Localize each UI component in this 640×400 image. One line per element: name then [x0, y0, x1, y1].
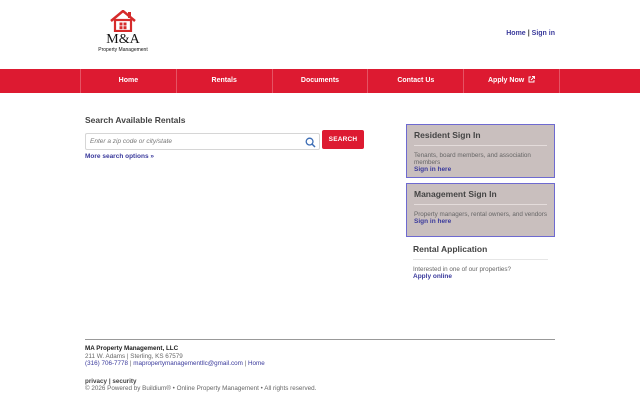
management-signin-title: Management Sign In — [414, 189, 547, 205]
top-home-link[interactable]: Home — [506, 30, 525, 37]
footer-copyright: © 2026 Powered by Buildium® • Online Pro… — [85, 385, 317, 392]
resident-signin-description: Tenants, board members, and association … — [414, 152, 531, 166]
nav-item-rentals[interactable]: Rentals — [177, 69, 273, 93]
nav-item-label: Contact Us — [397, 77, 435, 84]
footer-company-name: MA Property Management, LLC — [85, 345, 179, 352]
apply-online-link[interactable]: Apply online — [413, 273, 548, 281]
nav-item-label: Rentals — [211, 77, 237, 84]
nav-item-label: Apply Now — [488, 77, 525, 84]
main-nav: Home Rentals Documents Contact Us Apply … — [0, 69, 640, 93]
search-box — [85, 133, 320, 150]
management-signin-panel: Management Sign In Property managers, re… — [406, 183, 555, 237]
more-search-options-link[interactable]: More search options » — [85, 153, 154, 160]
logo-subtitle: Property Management — [98, 47, 148, 53]
external-link-icon — [528, 76, 536, 83]
logo-text: M&A — [106, 32, 140, 47]
search-title: Search Available Rentals — [85, 115, 186, 125]
footer-separator: | — [244, 360, 247, 367]
site-header: M&A Property Management Home | Sign in — [0, 0, 640, 69]
resident-signin-panel: Resident Sign In Tenants, board members,… — [406, 124, 555, 178]
nav-item-home[interactable]: Home — [80, 69, 177, 93]
rental-application-panel: Rental Application Interested in one of … — [413, 244, 548, 281]
top-signin-link[interactable]: Sign in — [532, 30, 555, 37]
rental-application-description: Interested in one of our properties? — [413, 266, 512, 273]
management-signin-link[interactable]: Sign in here — [414, 218, 547, 226]
resident-signin-title: Resident Sign In — [414, 130, 547, 146]
footer-legal-separator: | — [108, 377, 111, 385]
footer-contact-line: (316) 706-7778 | mapropertymanagementllc… — [85, 360, 316, 368]
footer-security-link[interactable]: security — [112, 378, 136, 385]
footer-address: 211 W. Adams | Sterling, KS 67579 — [85, 352, 183, 360]
search-input[interactable] — [86, 134, 301, 149]
nav-item-documents[interactable]: Documents — [273, 69, 369, 93]
footer-home-link[interactable]: Home — [248, 360, 265, 367]
footer-email-link[interactable]: mapropertymanagementllc@gmail.com — [133, 360, 243, 367]
account-links: Home | Sign in — [506, 30, 555, 37]
footer-separator: | — [129, 360, 132, 367]
house-logo-icon — [110, 10, 136, 32]
search-icon[interactable] — [305, 137, 316, 148]
site-footer: MA Property Management, LLC 211 W. Adams… — [85, 345, 316, 393]
search-button[interactable]: SEARCH — [322, 130, 364, 149]
management-signin-description: Property managers, rental owners, and ve… — [414, 211, 548, 218]
footer-divider — [85, 339, 555, 340]
nav-item-apply-now[interactable]: Apply Now — [464, 69, 560, 93]
top-link-separator: | — [527, 30, 530, 37]
footer-phone-link[interactable]: (316) 706-7778 — [85, 360, 128, 367]
rental-application-title: Rental Application — [413, 244, 548, 260]
nav-item-label: Home — [118, 77, 139, 84]
footer-legal-links: privacy | security — [85, 378, 316, 386]
resident-signin-link[interactable]: Sign in here — [414, 166, 547, 174]
footer-privacy-link[interactable]: privacy — [85, 378, 107, 385]
company-logo[interactable]: M&A Property Management — [92, 10, 154, 53]
nav-item-label: Documents — [300, 77, 340, 84]
nav-item-contact-us[interactable]: Contact Us — [368, 69, 465, 93]
